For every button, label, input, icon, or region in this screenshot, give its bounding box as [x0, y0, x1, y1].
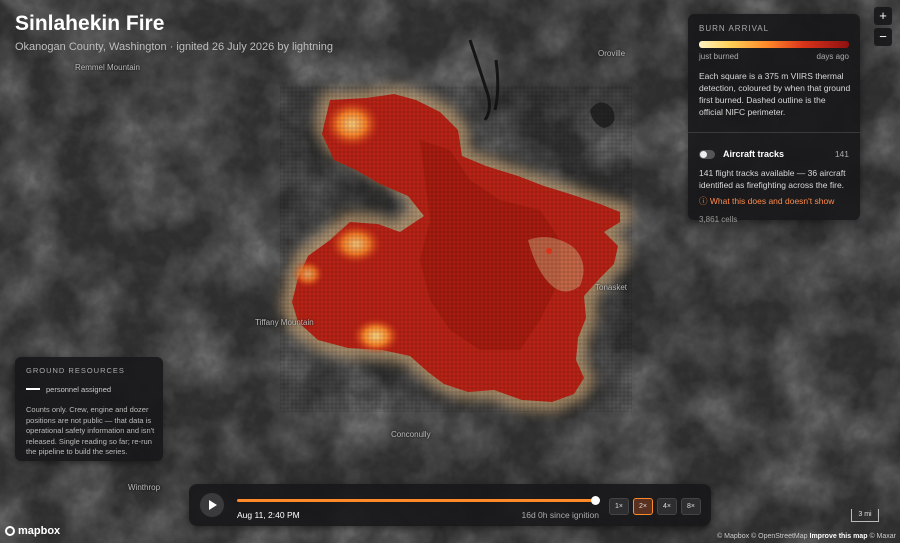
speed-2x-button[interactable]: 2×	[633, 498, 653, 515]
ramp-high-label: days ago	[816, 52, 849, 61]
maxar-attribution[interactable]: © Maxar	[869, 533, 896, 540]
info-link[interactable]: ⓘ What this does and doesn't show	[699, 195, 834, 207]
timeline-slider[interactable]	[237, 499, 595, 502]
ground-description: Counts only. Crew, engine and dozer posi…	[26, 405, 155, 456]
fire-perimeter[interactable]	[280, 86, 632, 412]
divider	[688, 132, 860, 133]
zoom-in-button[interactable]: +	[874, 7, 892, 25]
aircraft-tracks-toggle[interactable]	[699, 150, 715, 159]
detection-grid	[280, 86, 632, 412]
attribution-text[interactable]: © Mapbox © OpenStreetMap	[717, 533, 807, 540]
personnel-label: personnel assigned	[46, 385, 112, 394]
toggle-knob	[700, 151, 707, 158]
zoom-out-button[interactable]: −	[874, 28, 892, 46]
speed-1x-button[interactable]: 1×	[609, 498, 629, 515]
cell-count: 3,861 cells	[699, 215, 738, 224]
scale-bar: 3 mi	[851, 509, 879, 522]
attribution: © Mapbox © OpenStreetMap Improve this ma…	[717, 533, 896, 540]
place-label: Winthrop	[128, 483, 161, 492]
personnel-line-swatch	[26, 388, 40, 390]
color-ramp	[699, 41, 849, 48]
aircraft-tracks-count: 141	[834, 149, 849, 159]
title-block: Sinlahekin Fire Okanogan County, Washing…	[15, 12, 333, 53]
speed-4x-button[interactable]: 4×	[657, 498, 677, 515]
timeline-thumb[interactable]	[591, 496, 600, 505]
ramp-low-label: just burned	[699, 52, 739, 61]
play-button[interactable]	[200, 493, 224, 517]
current-date: Aug 11, 2:40 PM	[237, 510, 300, 520]
page-subtitle: Okanogan County, Washington · ignited 26…	[15, 41, 333, 53]
burn-arrival-legend: BURN ARRIVAL just burned days ago Each s…	[688, 14, 860, 224]
aircraft-tracks-label: Aircraft tracks	[723, 149, 785, 159]
ground-resources-panel: GROUND RESOURCES personnel assigned Coun…	[15, 357, 163, 461]
time-since-ignition: 16d 0h since ignition	[521, 510, 599, 520]
timeline-player: Aug 11, 2:40 PM 16d 0h since ignition 1×…	[189, 484, 711, 526]
page-title: Sinlahekin Fire	[15, 12, 165, 35]
spot-fire	[546, 248, 552, 254]
legend-description: Each square is a 375 m VIIRS thermal det…	[699, 71, 851, 117]
place-label: Remmel Mountain	[75, 63, 140, 72]
play-icon	[209, 500, 217, 510]
aircraft-tracks-description: 141 flight tracks available — 36 aircraf…	[699, 168, 846, 190]
mapbox-logo[interactable]: mapbox	[5, 525, 60, 537]
place-label: Conconully	[391, 430, 431, 439]
mapbox-mark-icon	[5, 526, 15, 536]
improve-map-link[interactable]: Improve this map	[810, 533, 868, 540]
logo-text: mapbox	[18, 525, 61, 537]
place-label: Tonasket	[595, 283, 628, 292]
ground-header: GROUND RESOURCES	[26, 366, 125, 375]
legend-header: BURN ARRIVAL	[699, 24, 770, 33]
place-label: Oroville	[598, 49, 626, 58]
place-label: Tiffany Mountain	[255, 318, 314, 327]
speed-8x-button[interactable]: 8×	[681, 498, 701, 515]
